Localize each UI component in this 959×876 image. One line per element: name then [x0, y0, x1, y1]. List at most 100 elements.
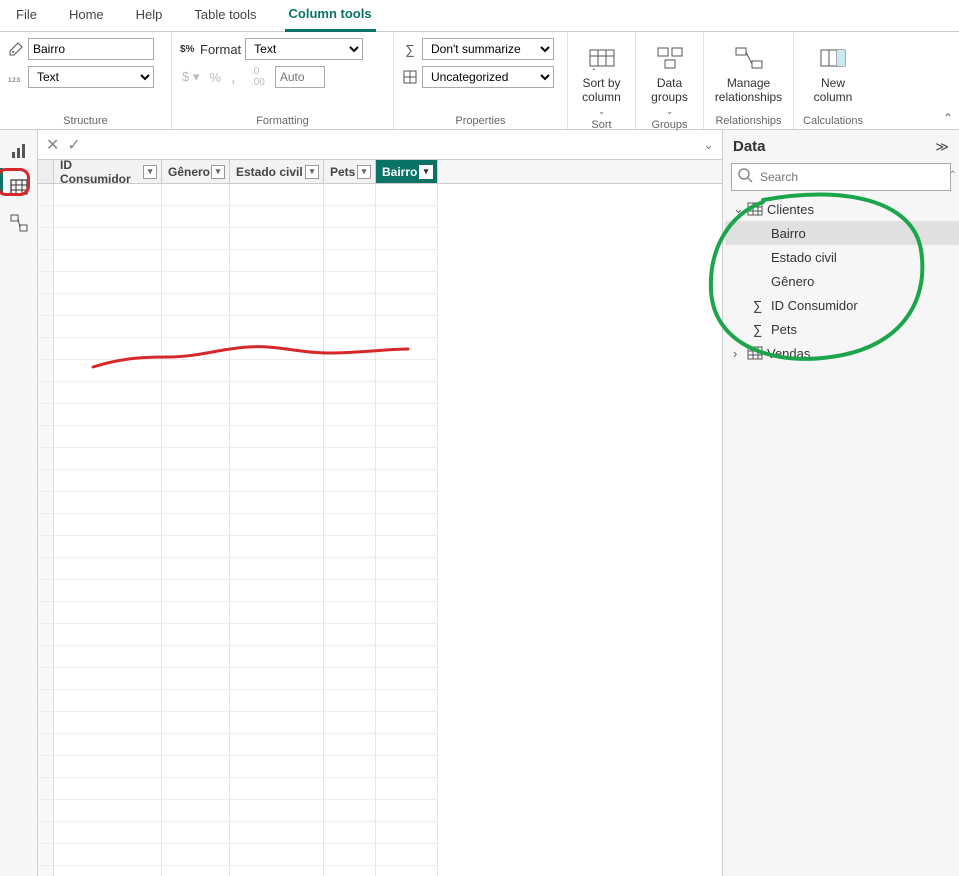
ribbon: ₁₂₃ Text Structure $% Format Text $ ▾ % … [0, 32, 959, 130]
name-icon [8, 41, 24, 57]
field-node[interactable]: ∑Pets [725, 317, 959, 341]
table-row[interactable] [38, 734, 722, 756]
col-head-bairro[interactable]: Bairro▾ [376, 160, 438, 183]
table-row[interactable] [38, 272, 722, 294]
category-select[interactable]: Uncategorized [422, 66, 554, 88]
field-node[interactable]: ∑ID Consumidor [725, 293, 959, 317]
filter-icon[interactable]: ▾ [305, 165, 319, 179]
commit-formula-button[interactable]: ✓ [67, 135, 80, 155]
collapse-data-pane-button[interactable]: ≫ [935, 139, 949, 155]
new-column-button[interactable]: New column [802, 38, 864, 104]
table-row[interactable] [38, 536, 722, 558]
field-node[interactable]: Gênero [725, 269, 959, 293]
table-row[interactable] [38, 404, 722, 426]
currency-button[interactable]: $ ▾ [182, 69, 199, 85]
table-node[interactable]: ⌄Clientes [725, 197, 959, 221]
table-row[interactable] [38, 206, 722, 228]
group-label-relationships: Relationships [712, 113, 785, 127]
model-view-button[interactable] [8, 212, 30, 234]
percent-button[interactable]: % [209, 70, 221, 85]
table-row[interactable] [38, 778, 722, 800]
datatype-select[interactable]: Text [28, 66, 154, 88]
group-label-groups: Groups [644, 117, 695, 131]
sigma-icon: ∑ [753, 298, 767, 313]
sort-icon [586, 42, 618, 74]
tab-column-tools[interactable]: Column tools [285, 0, 376, 32]
chevron-right-icon: › [733, 346, 743, 361]
table-row[interactable] [38, 294, 722, 316]
filter-icon[interactable]: ▾ [211, 165, 225, 179]
table-row[interactable] [38, 316, 722, 338]
table-row[interactable] [38, 822, 722, 844]
scroll-up-icon[interactable]: ⌃ [949, 170, 957, 181]
table-row[interactable] [38, 250, 722, 272]
comma-button[interactable]: , [231, 70, 241, 84]
collapse-ribbon-button[interactable]: ⌃ [943, 111, 953, 125]
table-row[interactable] [38, 382, 722, 404]
filter-icon[interactable]: ▾ [419, 165, 433, 179]
data-pane: Data ≫ ⌃ ⌄ClientesBairroEstado civilGêne… [723, 130, 959, 876]
decimals-input [275, 66, 325, 88]
col-head-id-consumidor[interactable]: ID Consumidor▾ [54, 160, 162, 183]
table-row[interactable] [38, 448, 722, 470]
group-label-calculations: Calculations [802, 113, 864, 127]
table-row[interactable] [38, 800, 722, 822]
data-view-button[interactable] [8, 176, 30, 198]
table-node[interactable]: ›Vendas [725, 341, 959, 365]
manage-relationships-button[interactable]: Manage relationships [712, 38, 785, 104]
tab-home[interactable]: Home [65, 1, 108, 30]
format-select[interactable]: Text [245, 38, 363, 60]
grid-body[interactable] [38, 184, 722, 876]
table-row[interactable] [38, 492, 722, 514]
tab-help[interactable]: Help [132, 1, 167, 30]
col-head-estado-civil[interactable]: Estado civil▾ [230, 160, 324, 183]
table-row[interactable] [38, 558, 722, 580]
svg-text:₁₂₃: ₁₂₃ [8, 72, 20, 84]
tab-file[interactable]: File [12, 1, 41, 30]
expand-formula-button[interactable]: ⌄ [703, 137, 714, 153]
table-row[interactable] [38, 844, 722, 866]
table-row[interactable] [38, 426, 722, 448]
summarize-select[interactable]: Don't summarize [422, 38, 554, 60]
table-row[interactable] [38, 646, 722, 668]
filter-icon[interactable]: ▾ [357, 165, 371, 179]
sort-by-column-button[interactable]: Sort by column ⌄ [576, 38, 627, 117]
table-row[interactable] [38, 602, 722, 624]
table-row[interactable] [38, 668, 722, 690]
field-node[interactable]: Bairro [725, 221, 959, 245]
table-row[interactable] [38, 624, 722, 646]
fields-search-input[interactable] [731, 163, 951, 191]
sigma-icon: ∑ [753, 322, 767, 337]
main-area: ✕ ✓ ⌄ ID Consumidor▾ Gênero▾ Estado civi… [0, 130, 959, 876]
group-label-sort: Sort [576, 117, 627, 131]
table-row[interactable] [38, 690, 722, 712]
groups-icon [654, 42, 686, 74]
cancel-formula-button[interactable]: ✕ [46, 135, 59, 155]
table-row[interactable] [38, 184, 722, 206]
table-row[interactable] [38, 756, 722, 778]
table-row[interactable] [38, 866, 722, 876]
column-name-input[interactable] [28, 38, 154, 60]
formula-input[interactable] [89, 133, 695, 157]
table-row[interactable] [38, 712, 722, 734]
ribbon-group-properties: ∑ Don't summarize Uncategorized Properti… [394, 32, 568, 129]
table-row[interactable] [38, 338, 722, 360]
table-row[interactable] [38, 580, 722, 602]
col-head-pets[interactable]: Pets▾ [324, 160, 376, 183]
group-label-structure: Structure [8, 113, 163, 127]
table-row[interactable] [38, 228, 722, 250]
left-nav-rail [0, 130, 38, 876]
data-groups-button[interactable]: Data groups ⌄ [644, 38, 695, 117]
filter-icon[interactable]: ▾ [143, 165, 157, 179]
report-view-button[interactable] [8, 140, 30, 162]
group-label-properties: Properties [402, 113, 559, 127]
col-head-genero[interactable]: Gênero▾ [162, 160, 230, 183]
tab-table-tools[interactable]: Table tools [190, 1, 260, 30]
ribbon-group-formatting: $% Format Text $ ▾ % , .0.00 Formatting [172, 32, 394, 129]
table-row[interactable] [38, 470, 722, 492]
table-row[interactable] [38, 514, 722, 536]
svg-text:,: , [231, 70, 235, 84]
table-row[interactable] [38, 360, 722, 382]
field-node[interactable]: Estado civil [725, 245, 959, 269]
decimal-button[interactable]: .0.00 [251, 66, 265, 88]
